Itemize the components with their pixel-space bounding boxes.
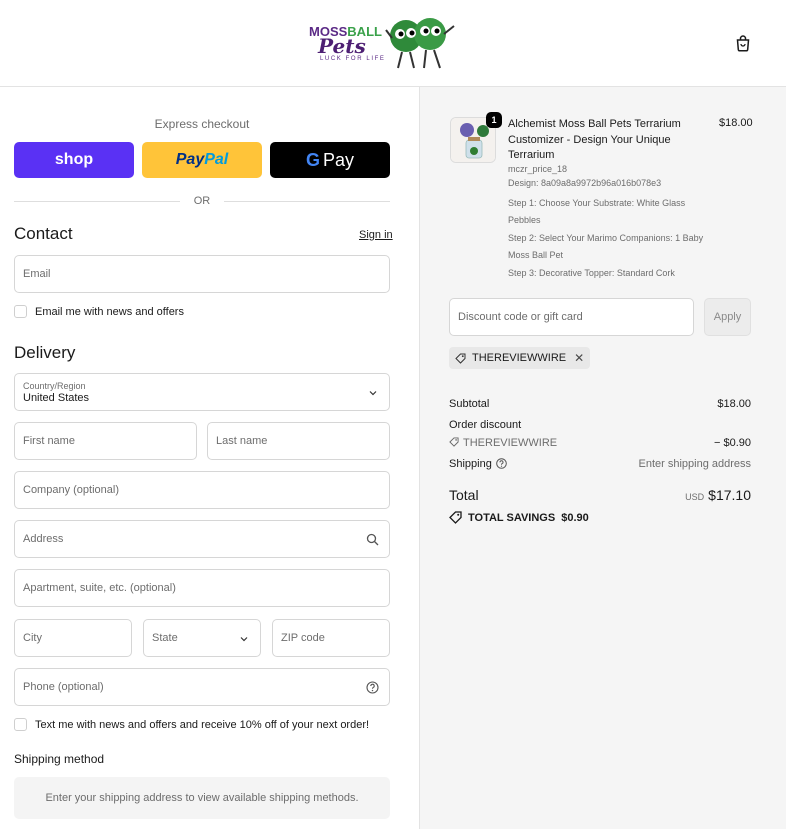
first-name-placeholder: First name: [23, 435, 75, 447]
divider-line: [224, 201, 390, 202]
google-g-icon: G: [305, 149, 320, 170]
search-icon: [366, 533, 379, 546]
zip-placeholder: ZIP code: [281, 632, 325, 644]
phone-placeholder: Phone (optional): [23, 681, 104, 693]
paypal-label-1: Pay: [175, 151, 205, 168]
product-step-1: Step 1: Choose Your Substrate: White Gla…: [508, 198, 686, 225]
applied-discount-code: THEREVIEWWIRE: [472, 352, 567, 364]
discount-code-field[interactable]: Discount code or gift card: [449, 298, 694, 336]
shipping-value: Enter shipping address: [638, 458, 751, 470]
site-header: MOSSBALL Pets LUCK FOR LIFE: [0, 0, 786, 87]
order-summary: 1 Alchemist Moss Ball Pets Terrarium Cus…: [420, 87, 786, 829]
shipping-method-message: Enter your shipping address to view avai…: [45, 792, 359, 804]
google-pay-button[interactable]: G Pay: [270, 142, 390, 178]
shipping-method-heading: Shipping method: [14, 752, 105, 766]
logo-tagline: LUCK FOR LIFE: [320, 56, 386, 62]
newsletter-row: Email me with news and offers: [14, 305, 184, 318]
paypal-label-2: Pal: [204, 151, 229, 168]
newsletter-checkbox[interactable]: [14, 305, 27, 318]
shop-pay-button[interactable]: shop: [14, 142, 134, 178]
or-divider: OR: [14, 193, 390, 209]
shipping-row: Shipping Enter shipping address: [449, 458, 751, 470]
shopping-bag-icon[interactable]: [734, 34, 752, 52]
discount-value: − $0.90: [713, 437, 751, 449]
tag-icon: [449, 437, 459, 447]
subtotal-value: $18.00: [717, 398, 751, 410]
google-pay-label: Pay: [322, 149, 355, 170]
logo-main-text: Pets: [318, 34, 366, 58]
company-field[interactable]: Company (optional): [14, 471, 390, 509]
subtotal-label: Subtotal: [449, 398, 490, 410]
tag-icon: [449, 511, 462, 524]
paypal-button[interactable]: Pay Pal: [142, 142, 262, 178]
product-title: Alchemist Moss Ball Pets Terrarium Custo…: [508, 118, 681, 161]
remove-discount-icon[interactable]: ✕: [574, 351, 584, 365]
sms-row: Text me with news and offers and receive…: [14, 718, 369, 731]
savings-label: TOTAL SAVINGS: [468, 511, 556, 524]
last-name-field[interactable]: Last name: [207, 422, 390, 460]
first-name-field[interactable]: First name: [14, 422, 197, 460]
company-placeholder: Company (optional): [23, 484, 119, 496]
discount-code-label: THEREVIEWWIRE: [463, 437, 558, 449]
moss-ball-mascot-icon: [385, 18, 455, 69]
brand-logo[interactable]: MOSSBALL Pets LUCK FOR LIFE: [308, 12, 460, 74]
delivery-heading: Delivery: [14, 343, 76, 362]
contact-heading: Contact: [14, 224, 73, 243]
tag-icon: [455, 353, 466, 364]
city-field[interactable]: City: [14, 619, 132, 657]
shop-pay-label: shop: [54, 151, 94, 168]
total-amount: USD $17.10: [685, 487, 751, 503]
applied-discount-chip: THEREVIEWWIRE ✕: [449, 347, 591, 369]
quantity-badge: 1: [486, 112, 502, 128]
apartment-placeholder: Apartment, suite, etc. (optional): [23, 582, 176, 594]
savings-value: $0.90: [561, 511, 589, 524]
apartment-field[interactable]: Apartment, suite, etc. (optional): [14, 569, 390, 607]
sms-checkbox[interactable]: [14, 718, 27, 731]
checkout-form: Express checkout shop Pay Pal G Pay OR Con…: [0, 87, 419, 829]
discount-code-row: THEREVIEWWIRE − $0.90: [449, 437, 751, 449]
help-icon[interactable]: [496, 458, 507, 469]
chevron-down-icon: [369, 391, 377, 396]
state-placeholder: State: [152, 632, 178, 644]
country-label: Country/Region: [23, 380, 86, 391]
email-placeholder: Email: [23, 268, 51, 280]
product-price: $18.00: [719, 117, 753, 129]
apply-discount-button[interactable]: Apply: [704, 298, 751, 336]
order-discount-label: Order discount: [449, 419, 522, 431]
order-discount-row: Order discount: [449, 419, 751, 431]
state-select[interactable]: State: [143, 619, 261, 657]
shipping-label: Shipping: [449, 458, 492, 470]
country-value: United States: [23, 391, 90, 404]
phone-field[interactable]: Phone (optional): [14, 668, 390, 706]
country-select[interactable]: Country/Region United States: [14, 373, 390, 411]
product-step-2: Step 2: Select Your Marimo Companions: 1…: [508, 233, 704, 260]
zip-field[interactable]: ZIP code: [272, 619, 390, 657]
product-step-3: Step 3: Decorative Topper: Standard Cork: [508, 268, 675, 278]
product-design: Design: 8a09a8a9972b96a016b078e3: [508, 178, 662, 188]
address-placeholder: Address: [23, 533, 64, 545]
discount-placeholder: Discount code or gift card: [458, 311, 583, 323]
subtotal-row: Subtotal $18.00: [449, 398, 751, 410]
shipping-method-placeholder: Enter your shipping address to view avai…: [14, 777, 390, 819]
currency-code: USD: [685, 492, 705, 502]
city-placeholder: City: [23, 632, 42, 644]
express-checkout-title: Express checkout: [154, 117, 250, 131]
total-value: $17.10: [708, 487, 751, 503]
newsletter-label: Email me with news and offers: [35, 305, 184, 318]
email-field[interactable]: Email: [14, 255, 390, 293]
total-savings: TOTAL SAVINGS $0.90: [449, 511, 589, 524]
chevron-down-icon: [240, 637, 248, 642]
last-name-placeholder: Last name: [216, 435, 268, 447]
help-icon[interactable]: [366, 681, 379, 694]
total-label: Total: [449, 487, 479, 503]
sms-label: Text me with news and offers and receive…: [35, 718, 370, 731]
sign-in-link[interactable]: Sign in: [359, 229, 393, 241]
address-field[interactable]: Address: [14, 520, 390, 558]
